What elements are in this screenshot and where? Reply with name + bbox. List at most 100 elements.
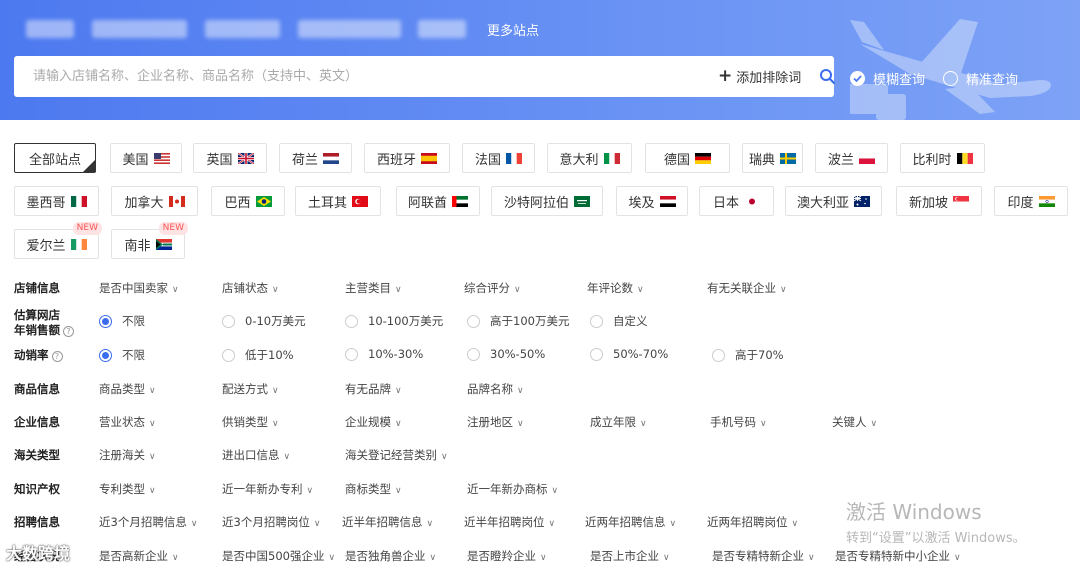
radio-icon — [99, 314, 112, 328]
filter-recruit-4[interactable]: 近两年招聘信息 ∨ — [585, 514, 676, 530]
filter-company-info-5[interactable]: 手机号码 ∨ — [710, 414, 767, 430]
filter-company-info-0[interactable]: 营业状态 ∨ — [99, 414, 156, 430]
region-chip-de[interactable]: 德国 — [645, 143, 730, 173]
filter-annual-reviews[interactable]: 年评论数 ∨ — [587, 280, 644, 296]
filter-main-category[interactable]: 主营类目 ∨ — [345, 280, 402, 296]
region-chip-es[interactable]: 西班牙 — [364, 143, 450, 173]
search-icon[interactable] — [819, 68, 835, 84]
filter-text: 有无品牌 — [345, 382, 391, 396]
turnover-option-unlimited[interactable]: 不限 — [99, 347, 145, 363]
filter-company-info-3[interactable]: 注册地区 ∨ — [467, 414, 524, 430]
filter-ip-3[interactable]: 近一年新办商标 ∨ — [467, 481, 558, 497]
sales-option-unlimited[interactable]: 不限 — [99, 313, 145, 329]
filter-related-company[interactable]: 有无关联企业 ∨ — [707, 280, 787, 296]
region-chip-it[interactable]: 意大利 — [547, 143, 632, 173]
turnover-option-over-70[interactable]: 高于70% — [712, 347, 784, 363]
option-text: 自定义 — [613, 314, 648, 328]
filter-company-info-6[interactable]: 关键人 ∨ — [832, 414, 877, 430]
filter-ip-0[interactable]: 专利类型 ∨ — [99, 481, 156, 497]
region-chip-label: 德国 — [663, 152, 690, 168]
site-link-2[interactable] — [92, 20, 187, 38]
filter-operation-6[interactable]: 是否专精特新中小企业 ∨ — [835, 548, 961, 564]
filter-company-info-1[interactable]: 供销类型 ∨ — [222, 414, 279, 430]
fuzzy-search-option[interactable]: 模糊查询 — [850, 69, 925, 88]
region-chip-ae[interactable]: 阿联酋 — [396, 186, 480, 216]
filter-company-info-2[interactable]: 企业规模 ∨ — [345, 414, 402, 430]
region-chip-gb[interactable]: 英国 — [193, 143, 267, 173]
turnover-option-50-70[interactable]: 50%-70% — [590, 347, 668, 361]
more-sites-link[interactable]: 更多站点 — [487, 20, 539, 39]
region-chip-br[interactable]: 巴西 — [211, 186, 285, 216]
filter-product-info-2[interactable]: 有无品牌 ∨ — [345, 381, 402, 397]
filter-customs-2[interactable]: 海关登记经营类别 ∨ — [345, 447, 448, 463]
site-link-4[interactable] — [298, 20, 401, 38]
filter-recruit-2[interactable]: 近半年招聘信息 ∨ — [342, 514, 433, 530]
region-chip-us[interactable]: 美国 — [110, 143, 182, 173]
region-chip-mx[interactable]: 墨西哥 — [14, 186, 99, 216]
region-chip-tr[interactable]: 土耳其 — [295, 186, 381, 216]
filter-text: 关键人 — [832, 415, 867, 429]
turnover-option-10-30[interactable]: 10%-30% — [345, 347, 423, 361]
region-chip-au[interactable]: 澳大利亚 — [785, 186, 882, 216]
region-chip-sa[interactable]: 沙特阿拉伯 — [491, 186, 603, 216]
filter-store-status[interactable]: 店铺状态 ∨ — [222, 280, 279, 296]
filter-ip-2[interactable]: 商标类型 ∨ — [345, 481, 402, 497]
help-icon[interactable]: ? — [63, 326, 74, 337]
filter-recruit-1[interactable]: 近3个月招聘岗位 ∨ — [222, 514, 320, 530]
region-chip-ie[interactable]: 爱尔兰 NEW — [14, 222, 102, 259]
search-input[interactable] — [14, 56, 694, 97]
region-chip-label: 爱尔兰 — [26, 238, 66, 254]
filter-recruit-0[interactable]: 近3个月招聘信息 ∨ — [99, 514, 197, 530]
filter-ip-1[interactable]: 近一年新办专利 ∨ — [222, 481, 313, 497]
option-text: 30%-50% — [490, 347, 546, 361]
filter-recruit-3[interactable]: 近半年招聘岗位 ∨ — [464, 514, 555, 530]
filter-operation-4[interactable]: 是否上市企业 ∨ — [590, 548, 670, 564]
region-chip-be[interactable]: 比利时 — [900, 143, 985, 173]
region-chip-all[interactable]: 全部站点 — [14, 143, 96, 173]
sales-option-custom[interactable]: 自定义 — [590, 313, 648, 329]
option-text: 高于70% — [735, 348, 784, 362]
region-chip-sg[interactable]: 新加坡 — [896, 186, 982, 216]
region-chip-pl[interactable]: 波兰 — [815, 143, 888, 173]
region-chip-za[interactable]: 南非 NEW — [111, 222, 188, 259]
region-chip-nl[interactable]: 荷兰 — [279, 143, 352, 173]
site-link-1[interactable] — [26, 20, 74, 38]
site-link-3[interactable] — [205, 20, 280, 38]
filter-operation-5[interactable]: 是否专精特新企业 ∨ — [712, 548, 815, 564]
filter-customs-1[interactable]: 进出口信息 ∨ — [222, 447, 290, 463]
region-chip-ca[interactable]: 加拿大 — [111, 186, 198, 216]
region-chip-fr[interactable]: 法国 — [462, 143, 535, 173]
sales-option-0-10w[interactable]: 0-10万美元 — [222, 313, 306, 329]
filter-operation-0[interactable]: 是否高新企业 ∨ — [99, 548, 179, 564]
add-exclude-button[interactable]: + 添加排除词 — [718, 67, 801, 87]
filter-is-chinese-seller[interactable]: 是否中国卖家 ∨ — [99, 280, 179, 296]
flag-be-icon — [956, 152, 973, 164]
site-link-5[interactable] — [418, 20, 466, 38]
filter-product-info-0[interactable]: 商品类型 ∨ — [99, 381, 156, 397]
filter-product-info-3[interactable]: 品牌名称 ∨ — [467, 381, 524, 397]
turnover-option-30-50[interactable]: 30%-50% — [467, 347, 545, 361]
filter-text: 是否专精特新企业 — [712, 549, 804, 563]
radio-icon — [345, 314, 358, 328]
help-icon[interactable]: ? — [51, 351, 63, 362]
option-text: 不限 — [122, 348, 145, 362]
flag-de-icon — [695, 152, 711, 164]
filter-recruit-5[interactable]: 近两年招聘岗位 ∨ — [707, 514, 798, 530]
sales-option-10-100w[interactable]: 10-100万美元 — [345, 313, 443, 329]
region-chip-se[interactable]: 瑞典 — [742, 143, 803, 173]
filter-customs-0[interactable]: 注册海关 ∨ — [99, 447, 156, 463]
turnover-label-text: 动销率 — [14, 348, 49, 362]
sales-option-over-100w[interactable]: 高于100万美元 — [467, 313, 569, 329]
region-chip-eg[interactable]: 埃及 — [616, 186, 688, 216]
filter-operation-1[interactable]: 是否中国500强企业 ∨ — [222, 548, 335, 564]
filter-operation-3[interactable]: 是否瞪羚企业 ∨ — [467, 548, 547, 564]
turnover-option-below-10[interactable]: 低于10% — [222, 347, 294, 363]
region-chip-jp[interactable]: 日本 — [699, 186, 774, 216]
exact-search-option[interactable]: 精准查询 — [943, 69, 1018, 88]
filter-company-info-4[interactable]: 成立年限 ∨ — [590, 414, 647, 430]
filter-product-info-1[interactable]: 配送方式 ∨ — [222, 381, 279, 397]
region-chip-in[interactable]: 印度 — [994, 186, 1068, 216]
filter-operation-2[interactable]: 是否独角兽企业 ∨ — [345, 548, 436, 564]
filter-overall-rating[interactable]: 综合评分 ∨ — [464, 280, 521, 296]
region-chip-label: 巴西 — [224, 195, 251, 211]
